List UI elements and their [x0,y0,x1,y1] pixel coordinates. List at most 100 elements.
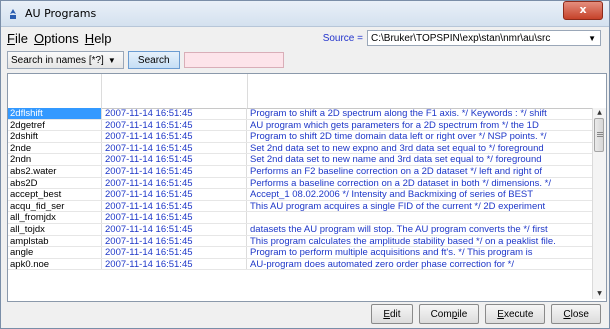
description-cell: Accept_1 08.02.2006 */ Intensity and Bac… [246,189,592,200]
table-row[interactable]: 2dflshift 2007-11-14 16:51:45 Program to s… [8,108,592,120]
program-name-cell: 2nde [10,142,32,154]
table-row[interactable]: angle 2007-11-14 16:51:45 Program to perfo… [8,247,592,259]
table-row[interactable]: all_fromjdx 2007-11-14 16:51:45 [8,212,592,224]
description-cell: This AU program acquires a single FID of… [246,200,592,212]
table-row[interactable]: 2dgetref 2007-11-14 16:51:45 AU program wh… [8,119,592,132]
action-buttons: Edit Com p ile Execute Close [371,304,601,324]
modified-date-cell: 2007-11-14 16:51:45 [101,258,246,270]
search-mode-dropdown[interactable]: Search in names [*?] ▼ [7,51,124,69]
description-cell: Program to shift a 2D spectrum along the… [246,108,592,119]
edit-button[interactable]: Edit [371,304,413,324]
table-row[interactable]: abs2.water 2007-11-14 16:51:45 Performs an… [8,165,592,178]
search-button[interactable]: Search [127,51,180,69]
menu-bar: File Options Help Source = C:\Bruker\TOP… [1,27,609,49]
compile-label-pre: Com [430,308,452,320]
menu-file-label: ile [14,30,28,46]
execute-mnemonic: E [497,308,504,320]
modified-date-cell: 2007-11-14 16:51:45 [101,154,246,165]
program-name-cell: 2dshift [10,131,38,142]
modified-date-cell: 2007-11-14 16:51:45 [101,189,246,200]
description-cell: Performs a baseline correction on a 2D d… [246,177,592,189]
scroll-down-icon[interactable]: ▼ [593,289,606,299]
vertical-scrollbar[interactable]: ▲ ▼ [592,108,606,299]
description-cell: Set 2nd data set to new expno and 3rd da… [246,142,592,154]
column-header-date[interactable] [102,74,248,108]
source-group: Source = C:\Bruker\TOPSPIN\exp\stan\nmr\… [323,30,609,46]
table-row[interactable]: acqu_fid_ser 2007-11-14 16:51:45 This AU p… [8,200,592,213]
column-header-description[interactable] [248,74,606,108]
compile-button[interactable]: Com p ile [418,304,480,324]
description-cell: AU-program does automated zero order pha… [246,258,592,270]
modified-date-cell: 2007-11-14 16:51:45 [101,131,246,142]
execute-label: xecute [503,308,534,320]
table-row[interactable]: abs2D 2007-11-14 16:51:45 Performs a basel… [8,177,592,190]
source-label: Source = [322,32,363,44]
menu-help[interactable]: Help [85,31,112,46]
menu-file[interactable]: File [7,31,28,46]
table-row[interactable]: 2dshift 2007-11-14 16:51:45 Program to shi… [8,131,592,143]
modified-date-cell: 2007-11-14 16:51:45 [101,177,246,189]
program-name-cell: angle [10,247,34,258]
description-cell: datasets the AU program will stop. The A… [246,223,592,235]
modified-date-cell: 2007-11-14 16:51:45 [101,212,246,223]
execute-button[interactable]: Execute [485,304,546,324]
chevron-down-icon: ▼ [588,33,596,43]
app-icon [10,8,16,19]
program-name-cell: 2dflshift [8,108,101,119]
description-cell: Performs an F2 baseline correction on a … [246,165,592,177]
close-button[interactable]: Close [551,304,601,324]
title-bar: AU Programs x [1,1,609,27]
source-dropdown[interactable]: C:\Bruker\TOPSPIN\exp\stan\nmr\au\src ▼ [367,30,601,46]
description-cell [246,212,592,223]
close-window-button[interactable]: x [563,1,603,20]
modified-date-cell: 2007-11-14 16:51:45 [101,247,246,258]
search-input[interactable] [183,52,284,68]
table-header [8,74,606,109]
program-name-cell: acqu_fid_ser [10,200,65,212]
program-name-cell: apk0.noe [10,258,50,270]
close-mnemonic: C [563,308,571,320]
description-cell: Set 2nd data set to new name and 3rd dat… [246,154,592,165]
table-row[interactable]: 2ndn 2007-11-14 16:51:45 Set 2nd data set … [8,154,592,166]
program-name-cell: abs2D [10,177,38,189]
program-name-cell: abs2.water [10,165,57,177]
table-row[interactable]: apk0.noe 2007-11-14 16:51:45 AU-program do… [8,258,592,271]
table-row[interactable]: 2nde 2007-11-14 16:51:45 Set 2nd data set … [8,142,592,155]
menu-help-mnemonic: H [84,30,95,46]
modified-date-cell: 2007-11-14 16:51:45 [101,142,246,154]
description-cell: AU program which gets parameters for a 2… [246,119,592,131]
search-row: Search in names [*?] ▼ Search [1,49,609,71]
menu-options-label: ptions [44,30,79,46]
search-mode-value: Search in names [*?] [11,54,104,66]
modified-date-cell: 2007-11-14 16:51:45 [101,223,246,235]
scroll-thumb[interactable] [594,118,604,152]
table-row[interactable]: accept_best 2007-11-14 16:51:45 Accept_1 0… [8,189,592,201]
program-name-cell: all_tojdx [10,223,45,235]
program-name-cell: all_fromjdx [10,212,56,223]
menu-help-label: elp [94,30,112,46]
edit-mnemonic: E [383,308,390,320]
close-label: lose [570,308,589,320]
modified-date-cell: 2007-11-14 16:51:45 [101,108,246,119]
menu-options[interactable]: Options [34,31,79,46]
edit-label: dit [390,308,401,320]
menu-file-mnemonic: F [7,30,15,46]
program-name-cell: 2ndn [10,154,32,165]
column-header-name[interactable] [8,74,102,108]
table-row[interactable]: all_tojdx 2007-11-14 16:51:45 datasets the… [8,223,592,236]
description-cell: This program calculates the amplitude st… [246,235,592,247]
table-row[interactable]: amplstab 2007-11-14 16:51:45 This program … [8,235,592,248]
menu-options-mnemonic: O [33,30,45,46]
chevron-down-icon: ▼ [107,55,116,65]
program-name-cell: accept_best [10,189,62,200]
table-body: 2dflshift 2007-11-14 16:51:45 Program to s… [8,108,592,271]
modified-date-cell: 2007-11-14 16:51:45 [101,165,246,177]
window-title: AU Programs [25,7,97,20]
scroll-up-icon[interactable]: ▲ [593,108,606,118]
modified-date-cell: 2007-11-14 16:51:45 [101,119,246,131]
modified-date-cell: 2007-11-14 16:51:45 [101,200,246,212]
au-programs-window: AU Programs x File Options Help Source =… [0,0,610,329]
description-cell: Program to perform multiple acquisitions… [246,247,592,258]
program-name-cell: amplstab [10,235,49,247]
description-cell: Program to shift 2D time domain data lef… [246,131,592,142]
